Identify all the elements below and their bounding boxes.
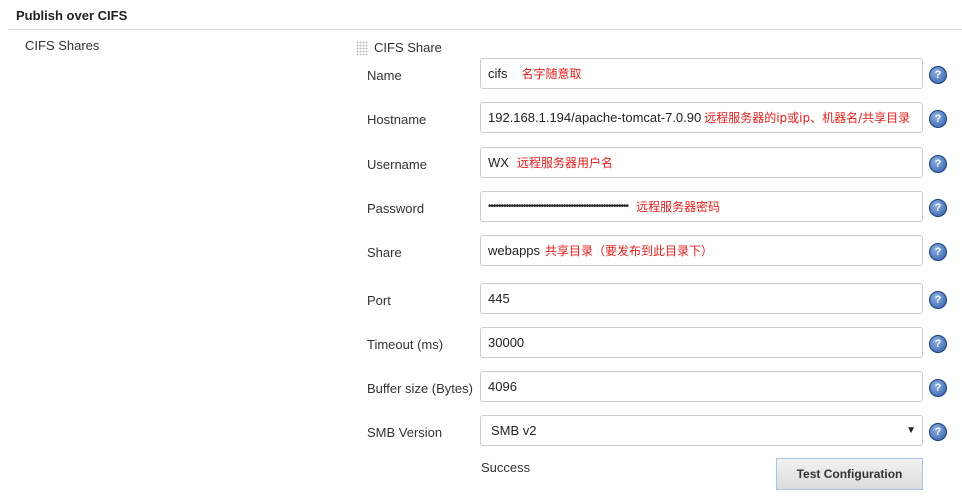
row-buffer-size: Buffer size (Bytes) 4096 ?	[367, 371, 962, 412]
password-value: ••••••••••••••••••••••••••••••••••••••••…	[488, 201, 629, 212]
timeout-input[interactable]: 30000	[480, 327, 923, 358]
row-hostname: Hostname 192.168.1.194/apache-tomcat-7.0…	[367, 102, 962, 143]
username-input[interactable]: WX 远程服务器用户名	[480, 147, 923, 178]
buffer-size-label: Buffer size (Bytes)	[367, 381, 473, 396]
password-input[interactable]: ••••••••••••••••••••••••••••••••••••••••…	[480, 191, 923, 222]
smb-version-select[interactable]: SMB v2 ▼	[480, 415, 923, 446]
password-note: 远程服务器密码	[636, 200, 721, 214]
help-icon[interactable]: ?	[929, 243, 947, 261]
smb-version-value: SMB v2	[491, 423, 537, 438]
drag-handle-icon[interactable]	[356, 40, 368, 55]
name-value: cifs	[488, 66, 508, 81]
row-smb-version: SMB Version SMB v2 ▼ ?	[367, 415, 962, 456]
name-input[interactable]: cifs 名字随意取	[480, 58, 923, 89]
dropdown-arrow-icon: ▼	[906, 425, 916, 436]
port-label: Port	[367, 293, 391, 308]
name-label: Name	[367, 68, 402, 83]
row-password: Password •••••••••••••••••••••••••••••••…	[367, 191, 962, 232]
row-username: Username WX 远程服务器用户名 ?	[367, 147, 962, 188]
username-label: Username	[367, 157, 427, 172]
hostname-note: 远程服务器的ip或ip、机器名/共享目录	[704, 111, 911, 125]
timeout-value: 30000	[488, 335, 525, 350]
section-divider	[8, 29, 962, 30]
help-icon[interactable]: ?	[929, 66, 947, 84]
row-port: Port 445 ?	[367, 283, 962, 324]
port-value: 445	[488, 291, 510, 306]
password-label: Password	[367, 201, 425, 216]
name-note: 名字随意取	[521, 67, 582, 81]
section-title: Publish over CIFS	[16, 8, 128, 23]
share-note: 共享目录（要发布到此目录下）	[545, 244, 714, 258]
test-status: Success	[481, 460, 531, 475]
smb-version-label: SMB Version	[367, 425, 443, 440]
share-value: webapps	[488, 243, 541, 258]
buffer-size-value: 4096	[488, 379, 517, 394]
username-value: WX	[488, 155, 509, 170]
help-icon[interactable]: ?	[929, 379, 947, 397]
cifs-share-header: CIFS Share	[356, 40, 442, 55]
share-input[interactable]: webapps 共享目录（要发布到此目录下）	[480, 235, 923, 266]
help-icon[interactable]: ?	[929, 155, 947, 173]
timeout-label: Timeout (ms)	[367, 337, 444, 352]
row-timeout: Timeout (ms) 30000 ?	[367, 327, 962, 368]
help-icon[interactable]: ?	[929, 291, 947, 309]
help-icon[interactable]: ?	[929, 335, 947, 353]
hostname-value: 192.168.1.194/apache-tomcat-7.0.90	[488, 110, 702, 125]
help-icon[interactable]: ?	[929, 199, 947, 217]
help-icon[interactable]: ?	[929, 110, 947, 128]
buffer-size-input[interactable]: 4096	[480, 371, 923, 402]
test-configuration-button[interactable]: Test Configuration	[776, 458, 923, 490]
help-icon[interactable]: ?	[929, 423, 947, 441]
cifs-share-title: CIFS Share	[374, 40, 442, 55]
username-note: 远程服务器用户名	[516, 156, 613, 170]
hostname-input[interactable]: 192.168.1.194/apache-tomcat-7.0.90 远程服务器的…	[480, 102, 923, 133]
row-share: Share webapps 共享目录（要发布到此目录下） ?	[367, 235, 962, 276]
share-label: Share	[367, 245, 402, 260]
hostname-label: Hostname	[367, 112, 427, 127]
row-name: Name cifs 名字随意取 ?	[367, 58, 962, 99]
port-input[interactable]: 445	[480, 283, 923, 314]
cifs-shares-label: CIFS Shares	[25, 38, 100, 53]
